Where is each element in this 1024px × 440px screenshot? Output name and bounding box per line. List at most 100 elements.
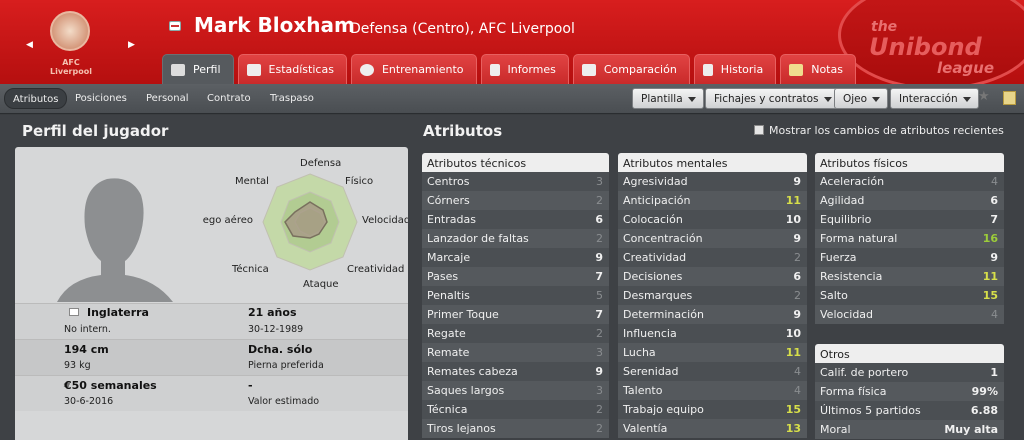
show-changes-label: Mostrar los cambios de atributos recient… — [769, 124, 1004, 137]
attribute-row[interactable]: Serenidad 4 — [618, 362, 807, 381]
attribute-row[interactable]: Anticipación 11 — [618, 191, 807, 210]
attribute-row[interactable]: Velocidad 4 — [815, 305, 1004, 324]
star-icon[interactable]: ★ — [978, 89, 990, 104]
attribute-name: Fuerza — [820, 251, 857, 264]
attribute-row[interactable]: Saques largos 3 — [422, 381, 609, 400]
attribute-value: 2 — [596, 422, 603, 435]
next-arrow-icon[interactable]: ▶ — [128, 40, 135, 50]
subtab-posiciones[interactable]: Posiciones — [67, 88, 135, 109]
attribute-row[interactable]: Pases 7 — [422, 267, 609, 286]
nationality[interactable]: Inglaterra — [87, 306, 149, 319]
attribute-name: Influencia — [623, 327, 677, 340]
attribute-row[interactable]: Córners 2 — [422, 191, 609, 210]
nationality-age-row: Inglaterra No intern. 21 años 30-12-1989 — [15, 303, 408, 339]
show-changes-checkbox[interactable] — [754, 125, 764, 135]
attribute-row[interactable]: Agresividad 9 — [618, 172, 807, 191]
radar-label-fisico: Físico — [345, 176, 374, 187]
attribute-row[interactable]: Primer Toque 7 — [422, 305, 609, 324]
attribute-value: 10 — [785, 213, 801, 226]
attribute-name: Lucha — [623, 346, 656, 359]
previous-arrow-icon[interactable]: ◀ — [26, 40, 33, 50]
attribute-row[interactable]: Resistencia 11 — [815, 267, 1004, 286]
attribute-value: 15 — [982, 289, 998, 302]
attribute-row[interactable]: Desmarques 2 — [618, 286, 807, 305]
attribute-row[interactable]: Últimos 5 partidos 6.88 — [815, 401, 1004, 420]
tab-informes[interactable]: Informes — [480, 54, 569, 84]
attribute-row[interactable]: Equilibrio 7 — [815, 210, 1004, 229]
attribute-row[interactable]: Tiros lejanos 2 — [422, 419, 609, 438]
attribute-row[interactable]: Remate 3 — [422, 343, 609, 362]
ojeo-dropdown[interactable]: Ojeo — [834, 88, 889, 109]
attribute-row[interactable]: Fuerza 9 — [815, 248, 1004, 267]
profile-card-icon — [171, 63, 185, 76]
attribute-row[interactable]: Trabajo equipo 15 — [618, 400, 807, 419]
attribute-row[interactable]: Colocación 10 — [618, 210, 807, 229]
tab-estadisticas[interactable]: Estadísticas — [237, 54, 347, 84]
attribute-row[interactable]: Calif. de portero 1 — [815, 363, 1004, 382]
attribute-row[interactable]: Forma física 99% — [815, 382, 1004, 401]
attribute-value: 3 — [596, 346, 603, 359]
attribute-row[interactable]: Aceleración 4 — [815, 172, 1004, 191]
player-position-club[interactable]: Defensa (Centro), AFC Liverpool — [350, 21, 575, 37]
attribute-name: Regate — [427, 327, 466, 340]
plantilla-dropdown[interactable]: Plantilla — [632, 88, 704, 109]
attribute-row[interactable]: Talento 4 — [618, 381, 807, 400]
subtab-traspaso[interactable]: Traspaso — [262, 88, 322, 109]
player-name: Mark Bloxham — [194, 13, 355, 37]
attribute-value: 2 — [596, 232, 603, 245]
tab-comparacion[interactable]: Comparación — [572, 54, 690, 84]
attribute-row[interactable]: Agilidad 6 — [815, 191, 1004, 210]
attribute-name: Anticipación — [623, 194, 691, 207]
attribute-row[interactable]: Técnica 2 — [422, 400, 609, 419]
attribute-name: Creatividad — [623, 251, 687, 264]
preferred-foot-label: Pierna preferida — [248, 360, 324, 371]
attribute-row[interactable]: Salto 15 — [815, 286, 1004, 305]
history-icon — [702, 63, 713, 76]
attribute-row[interactable]: Centros 3 — [422, 172, 609, 191]
attribute-row[interactable]: Marcaje 9 — [422, 248, 609, 267]
tab-historia[interactable]: Historia — [693, 54, 777, 84]
club-crest[interactable] — [50, 11, 90, 51]
height: 194 cm — [64, 343, 109, 356]
subtab-personal[interactable]: Personal — [138, 88, 197, 109]
attribute-row[interactable]: Influencia 10 — [618, 324, 807, 343]
attribute-row[interactable]: Forma natural 16 — [815, 229, 1004, 248]
player-header: ◀ ▶ AFC Liverpool Mark Bloxham Defensa (… — [0, 0, 1024, 84]
attribute-row[interactable]: Decisiones 6 — [618, 267, 807, 286]
attribute-row[interactable]: Regate 2 — [422, 324, 609, 343]
attribute-value: 9 — [595, 365, 603, 378]
attribute-row[interactable]: Lanzador de faltas 2 — [422, 229, 609, 248]
attribute-name: Pases — [427, 270, 459, 283]
date-of-birth: 30-12-1989 — [248, 324, 304, 335]
interaccion-dropdown[interactable]: Interacción — [890, 88, 979, 109]
attribute-row[interactable]: Valentía 13 — [618, 419, 807, 438]
preferred-foot: Dcha. sólo — [248, 343, 313, 356]
tab-entrenamiento[interactable]: Entrenamiento — [350, 54, 477, 84]
subtab-contrato[interactable]: Contrato — [199, 88, 259, 109]
attribute-name: Resistencia — [820, 270, 883, 283]
tab-notas[interactable]: Notas — [780, 54, 856, 84]
attribute-name: Salto — [820, 289, 848, 302]
attribute-value: 6.88 — [970, 404, 998, 417]
radar-label-mental: Mental — [235, 176, 269, 187]
ball-icon — [359, 63, 374, 76]
attribute-value: 9 — [595, 251, 603, 264]
contract-end: 30-6-2016 — [64, 396, 114, 407]
subtab-atributos[interactable]: Atributos — [4, 88, 68, 109]
attribute-name: Desmarques — [623, 289, 693, 302]
fichajes-dropdown[interactable]: Fichajes y contratos — [705, 88, 840, 109]
attribute-value: 15 — [785, 403, 801, 416]
attribute-value: 2 — [596, 403, 603, 416]
attribute-group-header: Otros — [815, 344, 1004, 363]
attribute-row[interactable]: Entradas 6 — [422, 210, 609, 229]
attribute-row[interactable]: Penaltis 5 — [422, 286, 609, 305]
attribute-row[interactable]: Creatividad 2 — [618, 248, 807, 267]
attribute-row[interactable]: Moral Muy alta — [815, 420, 1004, 439]
attribute-row[interactable]: Determinación 9 — [618, 305, 807, 324]
attribute-row[interactable]: Remates cabeza 9 — [422, 362, 609, 381]
attribute-row[interactable]: Concentración 9 — [618, 229, 807, 248]
add-note-icon[interactable] — [1003, 91, 1016, 105]
attributes-title: Atributos — [423, 122, 503, 140]
tab-perfil[interactable]: Perfil — [162, 54, 234, 84]
attribute-row[interactable]: Lucha 11 — [618, 343, 807, 362]
